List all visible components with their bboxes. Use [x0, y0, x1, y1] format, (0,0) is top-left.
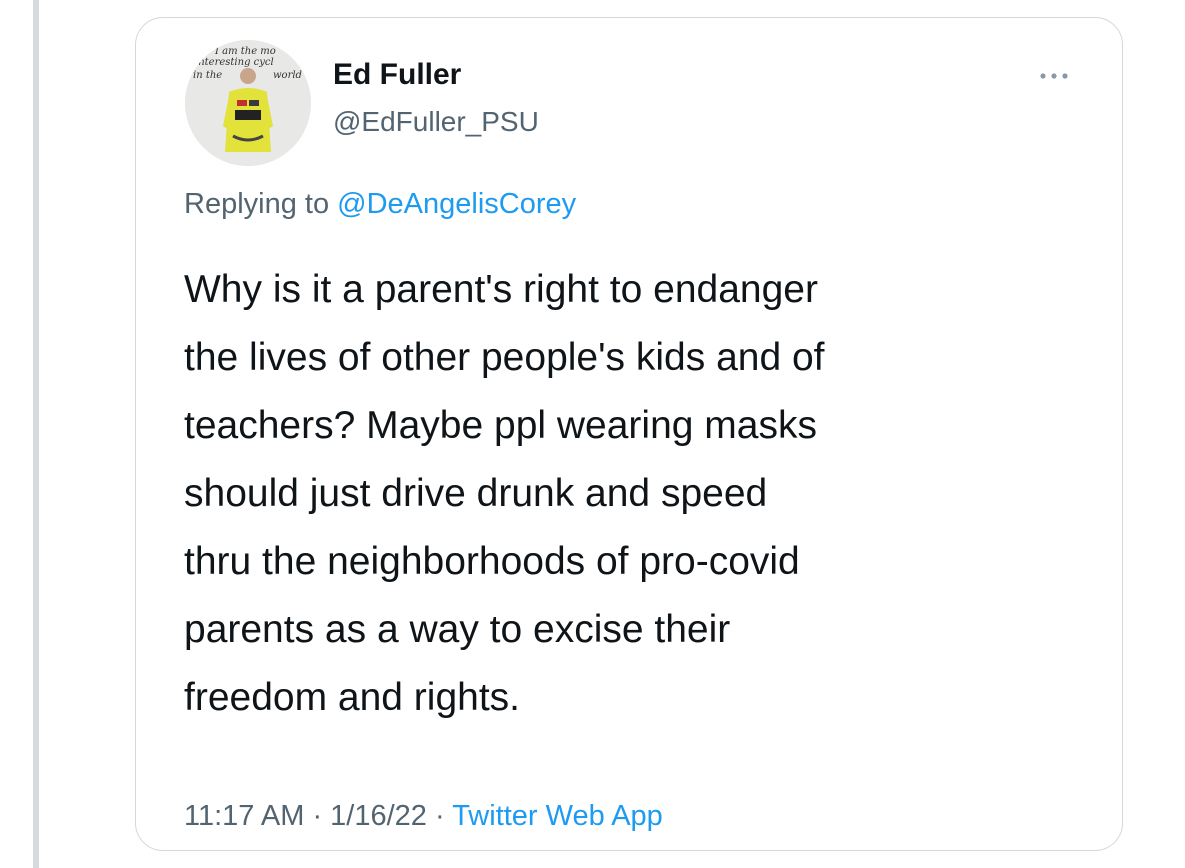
avatar-caption-line2: interesting cycl	[195, 57, 274, 68]
meta-separator: ·	[304, 800, 331, 832]
replying-to-mention-link[interactable]: @DeAngelisCorey	[337, 188, 576, 220]
avatar-caption-line3-right: world	[273, 70, 302, 81]
tweet-text: Why is it a parent's right to endanger t…	[184, 268, 825, 719]
replying-to-label: Replying to	[184, 188, 338, 220]
more-dots-icon	[1040, 73, 1068, 79]
tweet-card[interactable]: I am the mo interesting cycl in the worl…	[135, 17, 1123, 851]
avatar[interactable]: I am the mo interesting cycl in the worl…	[185, 40, 311, 166]
avatar-image: I am the mo interesting cycl in the worl…	[185, 40, 311, 166]
meta-separator: ·	[426, 800, 453, 832]
tweet-metadata: 11:17 AM · 1/16/22 · Twitter Web App	[184, 800, 663, 833]
avatar-caption-line3-left: in the	[193, 70, 222, 81]
replying-to: Replying to @DeAngelisCorey	[184, 188, 576, 221]
tweet-source-link[interactable]: Twitter Web App	[452, 800, 663, 832]
user-handle[interactable]: @EdFuller_PSU	[333, 106, 539, 138]
avatar-caption-line1: I am the mo	[214, 46, 276, 57]
more-options-button[interactable]	[1034, 62, 1074, 90]
display-name[interactable]: Ed Fuller	[333, 58, 461, 92]
timeline-thread-line	[33, 0, 39, 868]
tweet-time[interactable]: 11:17 AM	[184, 800, 304, 832]
tweet-date[interactable]: 1/16/22	[330, 800, 427, 832]
